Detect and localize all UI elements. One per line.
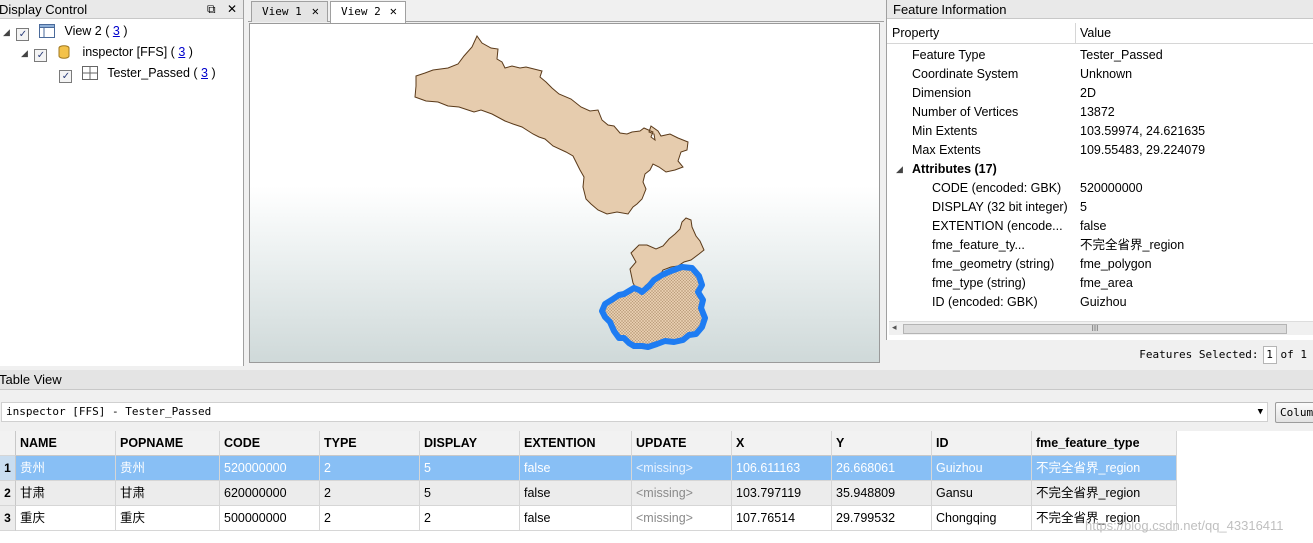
feature-info-title: Feature Information <box>893 2 1007 17</box>
attribute-row[interactable]: CODE (encoded: GBK) 520000000 <box>887 179 1313 198</box>
map-svg <box>414 35 708 350</box>
region-gansu[interactable] <box>414 35 689 215</box>
value-column-header[interactable]: Value <box>1080 23 1111 44</box>
scrollbar-thumb[interactable]: III <box>903 324 1287 334</box>
attribute-row[interactable]: fme_type (string) fme_area <box>887 274 1313 293</box>
map-view-canvas[interactable] <box>249 23 880 363</box>
display-control-title-bar: Display Control ⧉ ✕ <box>0 0 243 19</box>
info-row[interactable]: Max Extents 109.55483, 29.224079 <box>887 141 1313 160</box>
feature-count-link[interactable]: 3 <box>201 66 208 80</box>
table-view-title: Table View <box>0 372 62 387</box>
table-row[interactable]: 2 甘肃 甘肃 620000000 2 5 false <missing> 10… <box>0 481 1177 506</box>
table-source-select[interactable]: inspector [FFS] - Tester_Passed ▼ <box>1 402 1268 422</box>
display-control-title: Display Control <box>0 2 88 17</box>
close-tab-icon[interactable]: ✕ <box>390 2 397 21</box>
column-header[interactable]: CODE <box>220 431 320 456</box>
column-header[interactable]: EXTENTION <box>520 431 632 456</box>
tree-item-view[interactable]: ◢ ✓ View 2 ( 3 ) <box>3 22 127 41</box>
tab-view-2[interactable]: View 2 ✕ <box>330 1 406 23</box>
property-column-header[interactable]: Property <box>892 23 939 44</box>
database-icon <box>57 45 73 59</box>
tree-item-feature-type[interactable]: ✓ Tester_Passed ( 3 ) <box>46 64 216 83</box>
horizontal-scrollbar[interactable]: ◂ III <box>889 321 1313 335</box>
column-header[interactable]: DISPLAY <box>420 431 520 456</box>
column-header[interactable]: fme_feature_type <box>1032 431 1177 456</box>
collapse-triangle-icon[interactable]: ◢ <box>3 23 13 41</box>
selected-count: 1 <box>1262 346 1277 364</box>
table-header-row: NAME POPNAME CODE TYPE DISPLAY EXTENTION… <box>0 431 1177 456</box>
tab-label: View 2 <box>341 5 381 18</box>
tab-label: View 1 <box>262 5 302 18</box>
column-header[interactable]: ID <box>932 431 1032 456</box>
collapse-triangle-icon[interactable]: ◢ <box>896 160 903 179</box>
float-panel-icon[interactable]: ⧉ <box>207 2 216 16</box>
info-row[interactable]: Feature Type Tester_Passed <box>887 46 1313 65</box>
display-control-panel: Display Control ⧉ ✕ ◢ ✓ View 2 ( 3 ) ◢ ✓… <box>0 0 244 366</box>
feature-info-title-bar: Feature Information <box>887 0 1313 19</box>
feature-info-header: Property Value <box>887 23 1313 44</box>
visibility-checkbox[interactable]: ✓ <box>16 28 30 41</box>
tree-item-label: Tester_Passed ( <box>107 66 198 80</box>
features-selected-status: Features Selected: 1 of 1 <box>1139 346 1307 364</box>
table-view-title-bar: Table View <box>0 370 1313 390</box>
attribute-row[interactable]: DISPLAY (32 bit integer) 5 <box>887 198 1313 217</box>
grid-feature-icon <box>81 66 98 80</box>
watermark: https://blog.csdn.net/qq_43316411 <box>1085 518 1284 533</box>
visibility-checkbox[interactable]: ✓ <box>34 49 48 62</box>
column-header[interactable]: NAME <box>16 431 116 456</box>
attributes-group[interactable]: ◢ Attributes (17) <box>887 160 1313 179</box>
table-row-selected[interactable]: 1 贵州 贵州 520000000 2 5 false <missing> 10… <box>0 456 1177 481</box>
feature-information-panel: Feature Information Property Value Featu… <box>886 0 1313 340</box>
view-icon <box>38 24 55 38</box>
feature-count-link[interactable]: 3 <box>113 24 120 38</box>
tree-item-dataset[interactable]: ◢ ✓ inspector [FFS] ( 3 ) <box>21 43 193 62</box>
info-row[interactable]: Dimension 2D <box>887 84 1313 103</box>
column-header[interactable]: X <box>732 431 832 456</box>
tab-view-1[interactable]: View 1 ✕ <box>251 1 328 22</box>
close-panel-icon[interactable]: ✕ <box>227 2 237 16</box>
tree-item-label: inspector [FFS] ( <box>82 45 175 59</box>
column-header[interactable]: TYPE <box>320 431 420 456</box>
column-header[interactable]: POPNAME <box>116 431 220 456</box>
attribute-row[interactable]: EXTENTION (encode... false <box>887 217 1313 236</box>
column-header[interactable]: UPDATE <box>632 431 732 456</box>
attribute-row[interactable]: fme_feature_ty... 不完全省界_region <box>887 236 1313 255</box>
region-guizhou-selected[interactable] <box>599 264 708 350</box>
view-tab-bar: View 1 ✕ View 2 ✕ <box>248 0 884 23</box>
attribute-row[interactable]: ID (encoded: GBK) Guizhou <box>887 293 1313 312</box>
info-row[interactable]: Coordinate System Unknown <box>887 65 1313 84</box>
table-row[interactable]: 3 重庆 重庆 500000000 2 2 false <missing> 10… <box>0 506 1177 531</box>
attribute-row[interactable]: fme_geometry (string) fme_polygon <box>887 255 1313 274</box>
info-row[interactable]: Min Extents 103.59974, 24.621635 <box>887 122 1313 141</box>
collapse-triangle-icon[interactable]: ◢ <box>21 44 31 62</box>
scroll-left-icon[interactable]: ◂ <box>892 322 897 333</box>
info-row[interactable]: Number of Vertices 13872 <box>887 103 1313 122</box>
close-tab-icon[interactable]: ✕ <box>312 2 319 21</box>
visibility-checkbox[interactable]: ✓ <box>59 70 73 83</box>
column-header[interactable]: Y <box>832 431 932 456</box>
dropdown-arrow-icon[interactable]: ▼ <box>1258 403 1263 421</box>
columns-button[interactable]: Columns <box>1275 402 1313 423</box>
tree-item-label: View 2 ( <box>64 24 110 38</box>
